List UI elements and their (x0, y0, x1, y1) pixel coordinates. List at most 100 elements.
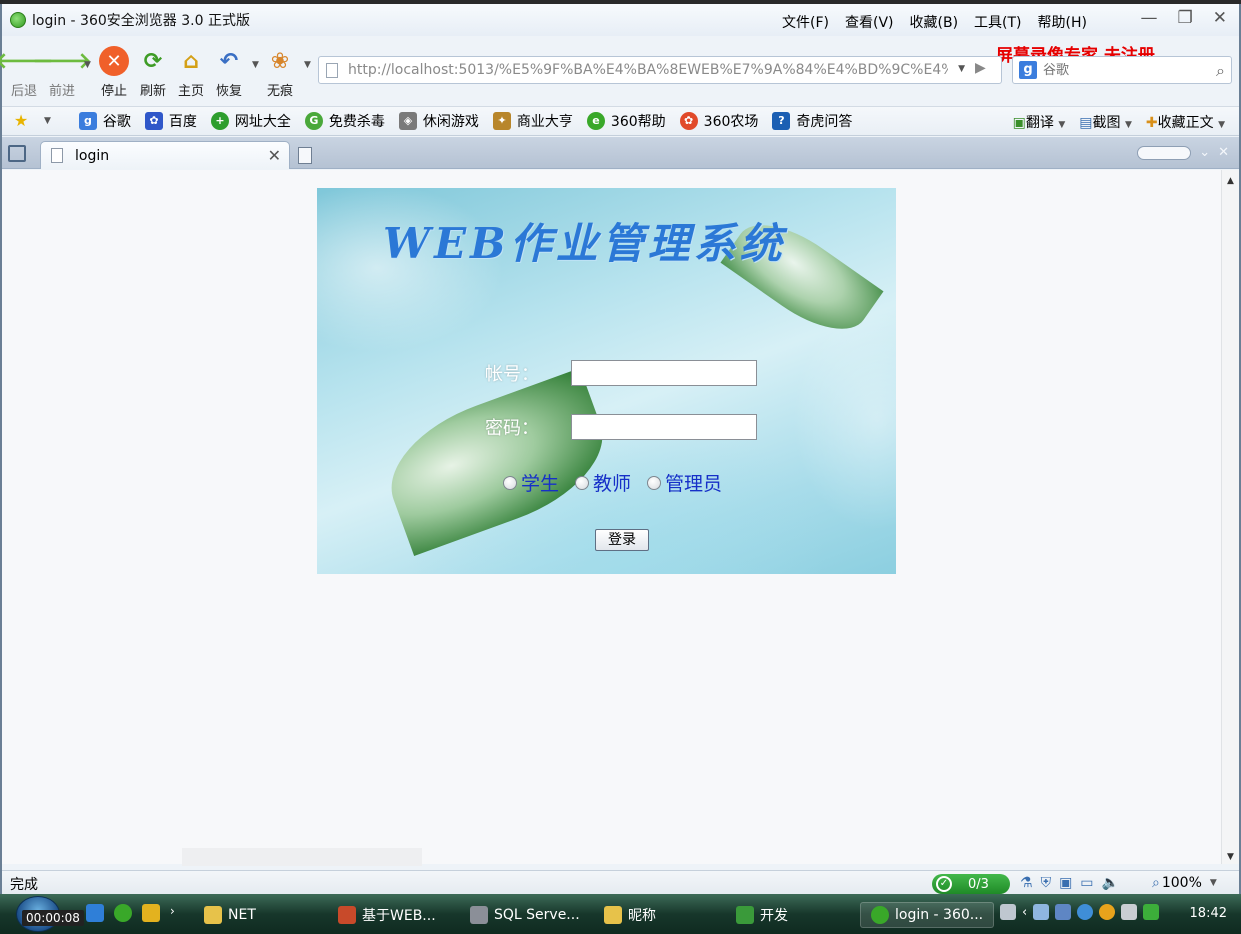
restore-button[interactable]: ↶ 恢复 (209, 46, 249, 100)
bookmark-google[interactable]: g 谷歌 (78, 111, 131, 131)
maximize-icon[interactable]: ❐ (1178, 8, 1193, 28)
favorites-star-button[interactable]: ★ ▼ (12, 112, 65, 130)
translate-icon: ▣ (1012, 115, 1026, 131)
scroll-up-icon[interactable]: ▲ (1227, 176, 1234, 186)
volume-icon[interactable]: 🔈 (1102, 875, 1119, 891)
radio-button[interactable] (575, 475, 590, 490)
clean-icon[interactable]: ⚗ (1020, 875, 1033, 891)
zoom-control[interactable]: ⌕ 100% ▼ (1152, 875, 1217, 891)
bookmark-label: 谷歌 (102, 114, 131, 130)
restore-dropdown-icon[interactable]: ▼ (252, 60, 259, 70)
address-text[interactable]: http://localhost:5013/%E5%9F%BA%E4%BA%8E… (348, 62, 948, 78)
page-icon (326, 62, 338, 78)
scroll-down-icon[interactable]: ▼ (1227, 852, 1234, 862)
recording-timer: 00:00:08 (22, 910, 84, 926)
monitor-icon[interactable] (1055, 904, 1072, 920)
incognito-button[interactable]: ❀ 无痕 (260, 46, 300, 100)
system-tray: ‹ (1000, 904, 1160, 920)
shield-icon[interactable]: ⛨ (1041, 875, 1052, 891)
role-label: 管理员 (665, 473, 723, 495)
role-student[interactable]: 学生 (503, 469, 559, 496)
menu-tools[interactable]: 工具(T) (974, 12, 1021, 32)
tab-bar-controls: ⌄ ✕ (1137, 145, 1229, 160)
bookmark-360-help[interactable]: e 360帮助 (586, 111, 666, 131)
windows-icon[interactable] (142, 904, 160, 922)
bookmark-site-directory[interactable]: + 网址大全 (210, 111, 291, 131)
account-input[interactable] (571, 360, 757, 386)
taskbar-item-login[interactable]: login - 360... (860, 902, 995, 928)
login-panel: WEB作业管理系统 帐号： 密码： 学生 教师 管理员 登录 (317, 188, 896, 574)
search-box[interactable]: g ⌕ (1012, 56, 1232, 84)
menu-favorites[interactable]: 收藏(B) (910, 12, 959, 32)
keyboard-icon[interactable] (1000, 904, 1016, 920)
bookmark-label: 休闲游戏 (422, 114, 479, 130)
bookmark-games[interactable]: ◈ 休闲游戏 (398, 111, 479, 131)
plus-globe-icon: + (210, 112, 229, 130)
password-label: 密码： (485, 418, 539, 439)
close-icon[interactable]: ✕ (1213, 8, 1227, 28)
address-bar[interactable]: http://localhost:5013/%E5%9F%BA%E4%BA%8E… (318, 56, 1002, 84)
incognito-dropdown-icon[interactable]: ▼ (304, 60, 311, 70)
tab-login[interactable]: login ✕ (40, 141, 290, 169)
qq-icon[interactable] (1099, 904, 1116, 920)
shield-icon[interactable] (1143, 904, 1160, 920)
security-status[interactable]: ✓ 0/3 (932, 874, 1010, 894)
vertical-scrollbar[interactable]: ▲ ▼ (1221, 170, 1239, 864)
chevron-left-icon[interactable]: ‹ (1022, 905, 1027, 920)
tab-search-pill[interactable] (1137, 145, 1192, 160)
translate-label: 翻译 (1025, 115, 1054, 131)
chevron-right-icon[interactable]: › (170, 904, 188, 922)
menu-help[interactable]: 帮助(H) (1038, 12, 1087, 32)
new-tab-icon[interactable] (298, 147, 312, 164)
taskbar-item-web[interactable]: 基于WEB... (338, 902, 436, 928)
tab-list-icon[interactable] (8, 145, 26, 162)
chevron-down-icon: ▼ (1209, 878, 1217, 888)
search-input[interactable] (1043, 62, 1193, 78)
menu-file[interactable]: 文件(F) (782, 12, 829, 32)
history-dropdown-icon[interactable]: ▼ (84, 60, 91, 70)
bookmark-baidu[interactable]: ✿ 百度 (144, 111, 197, 131)
save-text-button[interactable]: ✚收藏正文 ▼ (1146, 112, 1225, 132)
taskbar-item-sql[interactable]: SQL Serve... (470, 902, 580, 928)
search-icon[interactable]: ⌕ (1216, 61, 1225, 81)
screenshot-label: 截图 (1092, 115, 1121, 131)
forward-button[interactable]: 🡒 前进 (33, 46, 92, 99)
radio-button[interactable] (503, 475, 517, 490)
window-icon[interactable]: ▣ (1059, 875, 1072, 891)
bookmark-antivirus[interactable]: G 免费杀毒 (304, 111, 385, 131)
media-icon[interactable]: ▭ (1080, 875, 1093, 891)
bookmark-qihoo-answers[interactable]: ? 奇虎问答 (772, 111, 852, 131)
nav-toolbar: 🡐 后退 🡒 前进 ▼ ✕ 停止 ⟳ 刷新 ⌂ 主页 ↶ 恢复 ▼ ❀ 无痕 ▼ (0, 40, 1239, 106)
bookmark-360-farm[interactable]: ✿ 360农场 (679, 111, 759, 131)
go-icon[interactable]: ▶ (975, 60, 993, 80)
bookmark-business[interactable]: ✦ 商业大亨 (492, 111, 573, 131)
page-icon (51, 148, 63, 163)
taskbar-item-nickname[interactable]: 昵称 (604, 902, 656, 928)
radio-button[interactable] (647, 475, 662, 490)
refresh-button[interactable]: ⟳ 刷新 (133, 46, 173, 100)
password-input[interactable] (571, 414, 757, 440)
globe-icon[interactable] (1077, 904, 1094, 920)
network-icon[interactable] (1033, 904, 1050, 920)
google-icon[interactable]: g (1019, 61, 1037, 79)
screenshot-button[interactable]: ▤截图 ▼ (1079, 112, 1132, 132)
close-tab-icon[interactable]: ✕ (268, 146, 281, 165)
home-button[interactable]: ⌂ 主页 (171, 46, 211, 100)
incognito-label: 无痕 (266, 84, 293, 99)
translate-button[interactable]: ▣翻译 ▼ (1013, 112, 1066, 132)
taskbar-item-dev[interactable]: 开发 (736, 902, 788, 928)
menu-view[interactable]: 查看(V) (845, 12, 894, 32)
360-browser-icon[interactable] (114, 904, 132, 922)
chevron-down-icon[interactable]: ⌄ (1199, 145, 1210, 160)
role-admin[interactable]: 管理员 (647, 469, 722, 496)
role-teacher[interactable]: 教师 (575, 469, 631, 496)
address-dropdown-icon[interactable]: ▼ (958, 64, 965, 74)
close-icon[interactable]: ✕ (1218, 145, 1229, 160)
ie-icon[interactable] (86, 904, 104, 922)
bookmark-label: 360农场 (703, 114, 759, 130)
login-button[interactable]: 登录 (595, 529, 649, 551)
minimize-icon[interactable]: — (1141, 8, 1158, 28)
device-icon[interactable] (1121, 904, 1138, 920)
taskbar-item-net[interactable]: NET (204, 902, 256, 928)
stop-button[interactable]: ✕ 停止 (94, 46, 134, 99)
